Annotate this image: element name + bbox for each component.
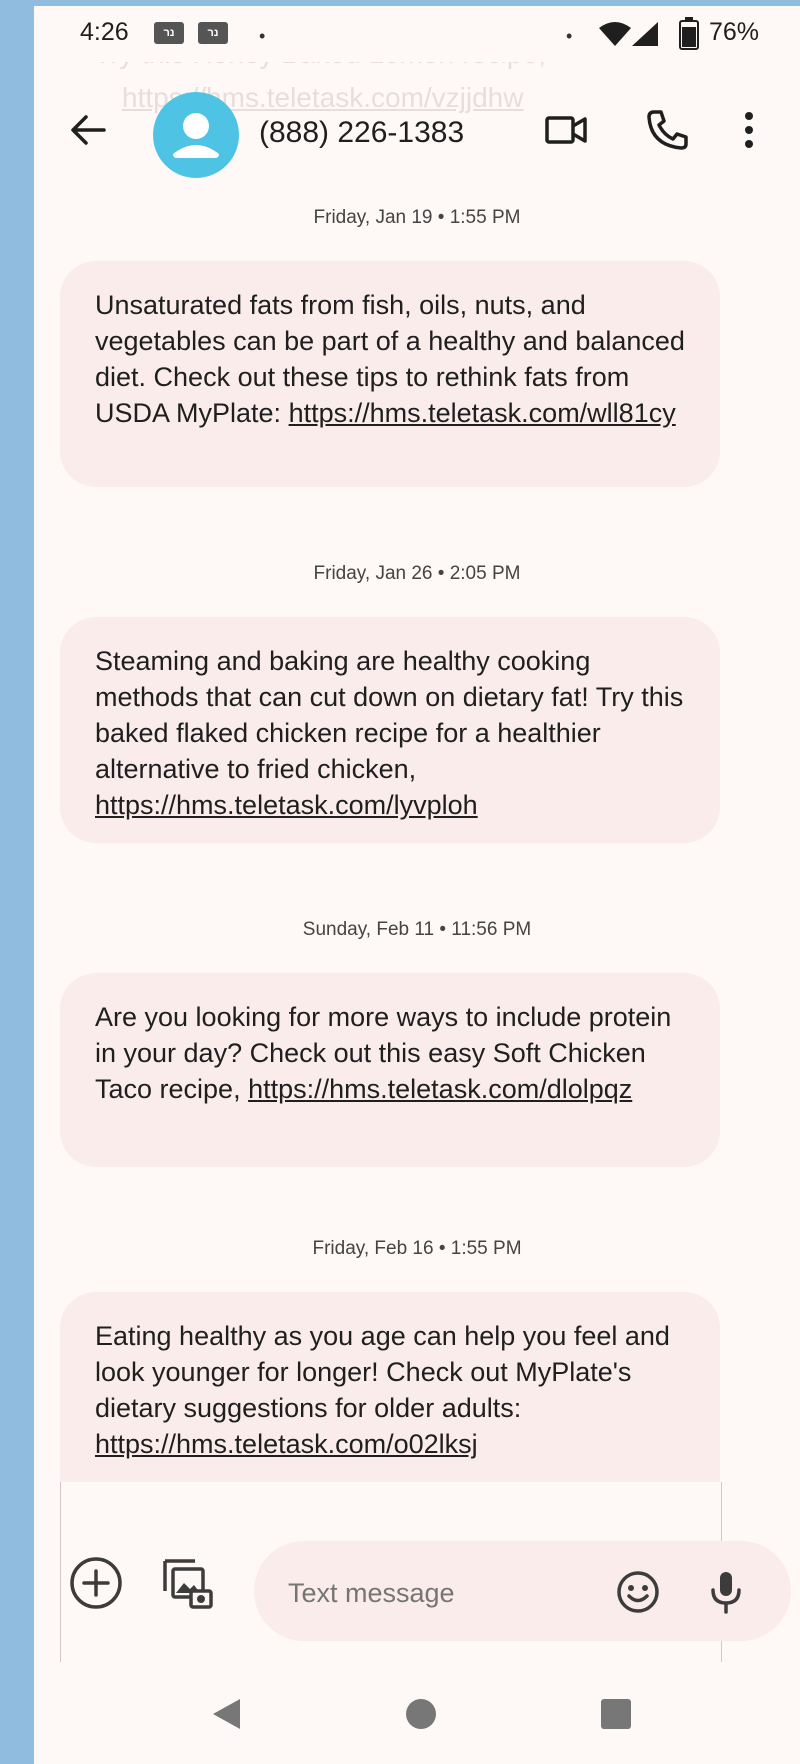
wifi-icon <box>599 22 631 46</box>
more-vert-icon[interactable] <box>739 108 759 152</box>
composer-bar <box>34 1531 800 1641</box>
phone-screen: 4:26 נר נר • • 76% Try this Honey Baked … <box>34 6 800 1764</box>
nav-back-icon[interactable] <box>209 1696 243 1732</box>
add-icon[interactable] <box>68 1555 124 1611</box>
message-link[interactable]: https://hms.teletask.com/dlolpqz <box>248 1074 632 1104</box>
notification-icon: נר <box>154 22 184 44</box>
status-dot: • <box>566 26 573 46</box>
message-input[interactable] <box>286 1577 590 1610</box>
microphone-icon[interactable] <box>709 1569 743 1615</box>
gallery-icon[interactable] <box>159 1555 215 1611</box>
message-text: Eating healthy as you age can help you f… <box>95 1321 670 1423</box>
nav-home-icon[interactable] <box>404 1696 438 1732</box>
message-timestamp: Friday, Jan 26 • 2:05 PM <box>313 563 521 584</box>
message-link[interactable]: https://hms.teletask.com/o02lksj <box>95 1429 478 1459</box>
video-call-icon[interactable] <box>544 108 588 152</box>
nav-recents-icon[interactable] <box>599 1696 633 1732</box>
signal-icon <box>632 22 658 46</box>
message-timestamp: Friday, Feb 16 • 1:55 PM <box>312 1238 522 1259</box>
message-bubble[interactable]: Unsaturated fats from fish, oils, nuts, … <box>60 261 720 487</box>
message-bubble[interactable]: Steaming and baking are healthy cooking … <box>60 617 720 843</box>
conversation-header: (888) 226-1383 <box>34 92 800 192</box>
message-link[interactable]: https://hms.teletask.com/lyvploh <box>95 790 478 820</box>
status-bar: 4:26 נר נר • • 76% <box>34 6 800 62</box>
phone-call-icon[interactable] <box>645 108 689 152</box>
status-time: 4:26 <box>80 18 129 46</box>
back-arrow-icon[interactable] <box>68 110 108 150</box>
notification-icon: נר <box>198 22 228 44</box>
system-navigation-bar <box>34 1666 800 1764</box>
battery-percent: 76% <box>709 18 760 46</box>
message-input-container[interactable] <box>254 1541 791 1641</box>
contact-name[interactable]: (888) 226-1383 <box>259 116 464 150</box>
message-timestamp: Friday, Jan 19 • 1:55 PM <box>313 207 521 228</box>
message-bubble[interactable]: Are you looking for more ways to include… <box>60 973 720 1167</box>
message-timestamp: Sunday, Feb 11 • 11:56 PM <box>302 919 532 940</box>
emoji-icon[interactable] <box>615 1569 661 1615</box>
message-link[interactable]: https://hms.teletask.com/wll81cy <box>289 398 676 428</box>
contact-avatar[interactable] <box>153 92 239 178</box>
message-bubble[interactable]: Eating healthy as you age can help you f… <box>60 1292 720 1512</box>
contact-avatar-icon <box>173 113 219 158</box>
battery-icon <box>679 17 699 50</box>
message-text: Steaming and baking are healthy cooking … <box>95 646 684 784</box>
status-dot: • <box>259 26 266 46</box>
